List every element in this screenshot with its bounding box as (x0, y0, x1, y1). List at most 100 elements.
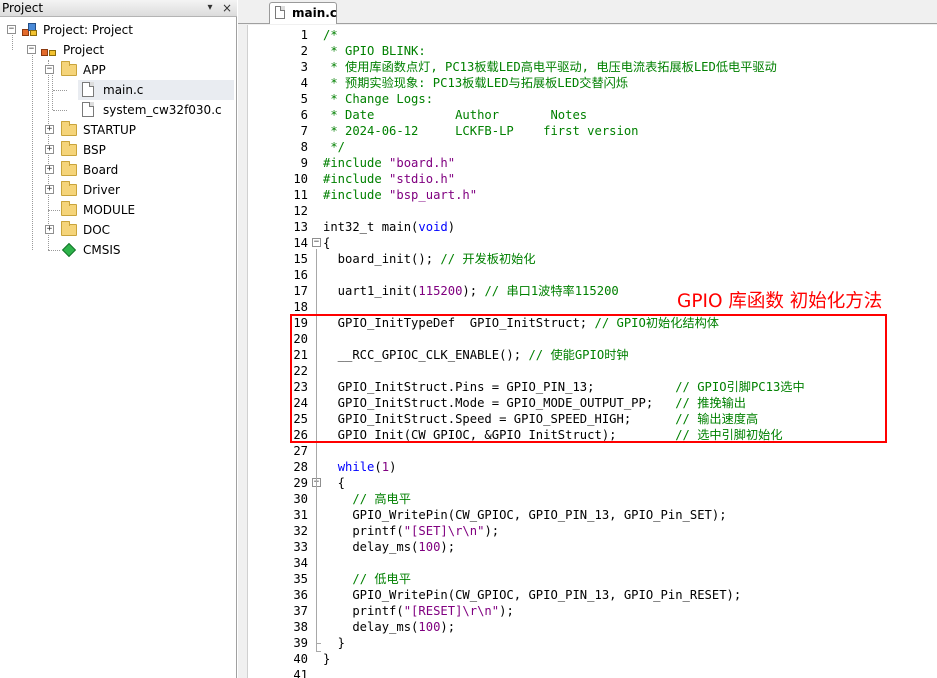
code-token: // 低电平 (352, 572, 411, 586)
code-line[interactable]: 4 * 预期实验现象: PC13板载LED与拓展板LED交替闪烁 (248, 75, 937, 91)
line-number: 31 (293, 508, 308, 522)
tree-item-app[interactable]: − APP (0, 60, 236, 80)
code-token: // 开发板初始化 (440, 252, 536, 266)
fold-guide (316, 489, 317, 643)
code-line[interactable]: 1 /* (248, 27, 937, 43)
code-line[interactable]: 34 (248, 555, 937, 571)
code-line[interactable]: 39 } (248, 635, 937, 651)
code-token: ) (389, 460, 397, 474)
code-line[interactable]: 21 __RCC_GPIOC_CLK_ENABLE(); // 使能GPIO时钟 (248, 347, 937, 363)
tree-item-project-root[interactable]: − Project: Project (0, 20, 236, 40)
code-text: board_init(); // 开发板初始化 (323, 251, 536, 267)
fold-guide-end (316, 643, 321, 644)
code-token: * Date Author Notes (323, 108, 588, 122)
collapse-icon[interactable]: − (7, 25, 16, 34)
tree-item-doc[interactable]: + DOC (0, 220, 236, 240)
folder-icon (61, 181, 77, 196)
fold-toggle-icon[interactable]: − (312, 238, 321, 247)
code-editor[interactable]: 1/* 2 * GPIO BLINK: 3 * 使用库函数点灯, PC13板载LED… (248, 25, 937, 678)
code-line[interactable]: 36 GPIO_WritePin(CW_GPIOC, GPIO_PIN_13, … (248, 587, 937, 603)
code-line[interactable]: 30 // 高电平 (248, 491, 937, 507)
tree-item-label: Board (83, 163, 119, 177)
line-number: 19 (293, 316, 308, 330)
expand-icon[interactable]: + (45, 165, 54, 174)
collapse-icon[interactable]: − (27, 45, 36, 54)
tree-item-bsp[interactable]: + BSP (0, 140, 236, 160)
line-number: 13 (293, 220, 308, 234)
expand-icon[interactable]: + (45, 225, 54, 234)
tree-item-driver[interactable]: + Driver (0, 180, 236, 200)
editor-margin (238, 25, 248, 678)
tree-item-main-c[interactable]: main.c (78, 80, 234, 100)
code-line[interactable]: 31 GPIO_WritePin(CW_GPIOC, GPIO_PIN_13, … (248, 507, 937, 523)
code-line[interactable]: 20 (248, 331, 937, 347)
code-line[interactable]: 40} (248, 651, 937, 667)
code-text: while(1) (323, 459, 397, 475)
expand-icon[interactable]: + (45, 125, 54, 134)
code-line[interactable]: 28 while(1) (248, 459, 937, 475)
line-number: 35 (293, 572, 308, 586)
code-line[interactable]: 9 #include "board.h" (248, 155, 937, 171)
code-line[interactable]: 24 GPIO_InitStruct.Mode = GPIO_MODE_OUTP… (248, 395, 937, 411)
code-line[interactable]: 23 GPIO_InitStruct.Pins = GPIO_PIN_13; /… (248, 379, 937, 395)
code-line[interactable]: 29− { (248, 475, 937, 491)
code-line[interactable]: 11 #include "bsp_uart.h" (248, 187, 937, 203)
code-line[interactable]: 38 delay_ms(100); (248, 619, 937, 635)
code-line[interactable]: 2 * GPIO BLINK: (248, 43, 937, 59)
code-text: #include "bsp_uart.h" (323, 187, 477, 203)
code-line[interactable]: 32 printf("[SET]\r\n"); (248, 523, 937, 539)
code-token: /* (323, 28, 338, 42)
code-line[interactable]: 35 // 低电平 (248, 571, 937, 587)
code-line[interactable]: 37 printf("[RESET]\r\n"); (248, 603, 937, 619)
code-token: ); (499, 604, 514, 618)
code-text: delay_ms(100); (323, 619, 455, 635)
code-text: printf("[RESET]\r\n"); (323, 603, 514, 619)
tab-main-c[interactable]: main.c (269, 2, 337, 24)
code-line[interactable]: 16 (248, 267, 937, 283)
code-token: // 推挽输出 (675, 396, 746, 410)
close-panel-icon[interactable]: × (220, 1, 234, 15)
code-line[interactable]: 12 (248, 203, 937, 219)
expand-icon[interactable]: + (45, 145, 54, 154)
code-line[interactable]: 8 */ (248, 139, 937, 155)
code-line[interactable]: 22 (248, 363, 937, 379)
code-line[interactable]: 19 GPIO_InitTypeDef GPIO_InitStruct; // … (248, 315, 937, 331)
collapse-icon[interactable]: − (45, 65, 54, 74)
code-token: // GPIO引脚PC13选中 (675, 380, 805, 394)
code-token: // 选中引脚初始化 (675, 428, 783, 442)
line-number: 3 (300, 60, 308, 74)
code-line[interactable]: 26 GPIO_Init(CW_GPIOC, &GPIO_InitStruct)… (248, 427, 937, 443)
line-number: 30 (293, 492, 308, 506)
line-number: 28 (293, 460, 308, 474)
tree-item-board[interactable]: + Board (0, 160, 236, 180)
code-line[interactable]: 27 (248, 443, 937, 459)
code-line[interactable]: 7 * 2024-06-12 LCKFB-LP first version (248, 123, 937, 139)
tree-item-label: system_cw32f030.c (103, 103, 222, 117)
tree-item-cmsis[interactable]: CMSIS (0, 240, 236, 260)
code-line[interactable]: 3 * 使用库函数点灯, PC13板载LED高电平驱动, 电压电流表拓展板LED… (248, 59, 937, 75)
pin-icon[interactable]: ▾ (203, 1, 217, 15)
expand-icon[interactable]: + (45, 185, 54, 194)
tree-item-label: main.c (103, 83, 144, 97)
code-line[interactable]: 33 delay_ms(100); (248, 539, 937, 555)
code-line[interactable]: 41 (248, 667, 937, 678)
project-root-icon (22, 23, 38, 37)
code-line[interactable]: 6 * Date Author Notes (248, 107, 937, 123)
code-line[interactable]: 15 board_init(); // 开发板初始化 (248, 251, 937, 267)
code-line[interactable]: 10 #include "stdio.h" (248, 171, 937, 187)
tree-item-system-c[interactable]: system_cw32f030.c (78, 100, 234, 120)
code-line[interactable]: 25 GPIO_InitStruct.Speed = GPIO_SPEED_HI… (248, 411, 937, 427)
tree-item-project-target[interactable]: − Project (0, 40, 236, 60)
code-text: GPIO_Init(CW_GPIOC, &GPIO_InitStruct); /… (323, 427, 783, 443)
tree-item-startup[interactable]: + STARTUP (0, 120, 236, 140)
code-token: GPIO_InitStruct.Mode = GPIO_MODE_OUTPUT_… (323, 396, 676, 410)
code-line[interactable]: 13 int32_t main(void) (248, 219, 937, 235)
code-token: while (337, 460, 375, 474)
code-line[interactable]: 14−{ (248, 235, 937, 251)
tree-item-label: MODULE (83, 203, 136, 217)
code-token: "stdio.h" (389, 172, 456, 186)
tree-item-module[interactable]: MODULE (0, 200, 236, 220)
code-line[interactable]: 5 * Change Logs: (248, 91, 937, 107)
code-text: { (323, 475, 345, 491)
